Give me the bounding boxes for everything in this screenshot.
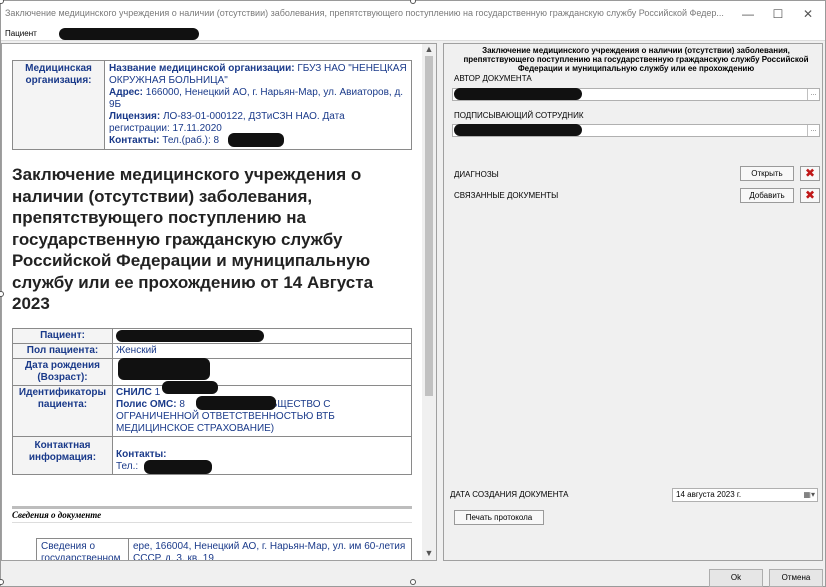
- section-underline: [12, 522, 412, 523]
- redacted-patient-name: [59, 28, 199, 40]
- delete-related-icon[interactable]: ✖: [800, 188, 820, 203]
- document-properties-panel: Заключение медицинского учреждения о нал…: [443, 43, 823, 561]
- info-value: ере, 166004, Ненецкий АО, г. Нарьян-Мар,…: [128, 538, 412, 560]
- redacted-phone: [144, 460, 212, 474]
- created-date-label: ДАТА СОЗДАНИЯ ДОКУМЕНТА: [450, 490, 569, 499]
- org-header: Медицинская организация:: [12, 60, 105, 150]
- window-title: Заключение медицинского учреждения о нал…: [5, 8, 724, 18]
- close-button[interactable]: ✕: [793, 1, 823, 27]
- redacted-org-phone: [228, 133, 284, 147]
- sex-row-value: Женский: [112, 343, 412, 359]
- org-table: Медицинская организация: Название медици…: [12, 60, 412, 150]
- created-date-value: 14 августа 2023 г.: [676, 490, 742, 499]
- section-title: Сведения о документе: [12, 510, 102, 520]
- document-info-table: Сведения о государственном ере, 166004, …: [36, 538, 412, 560]
- panel-title: Заключение медицинского учреждения о нал…: [463, 46, 809, 73]
- related-docs-label: СВЯЗАННЫЕ ДОКУМЕНТЫ: [454, 191, 559, 200]
- patient-row-label: Пациент:: [12, 328, 113, 344]
- signer-ellipsis-button[interactable]: ...: [807, 125, 819, 136]
- calendar-icon[interactable]: ▦▾: [803, 490, 815, 499]
- title-bar: Заключение медицинского учреждения о нал…: [1, 1, 825, 27]
- document-scrollbar[interactable]: ▲ ▼: [422, 44, 436, 560]
- open-button[interactable]: Открыть: [740, 166, 794, 181]
- created-date-picker[interactable]: 14 августа 2023 г. ▦▾: [672, 488, 818, 502]
- ids-row-label: Идентификаторы пациента:: [12, 385, 113, 437]
- scroll-thumb[interactable]: [425, 56, 433, 396]
- redacted-patient: [116, 330, 264, 342]
- dob-row-label: Дата рождения (Возраст):: [12, 358, 113, 386]
- sex-row-label: Пол пациента:: [12, 343, 113, 359]
- document-preview[interactable]: Медицинская организация: Название медици…: [1, 43, 437, 561]
- dialog-window: Заключение медицинского учреждения о нал…: [0, 0, 826, 587]
- ok-button[interactable]: Ok: [709, 569, 763, 587]
- signer-label: ПОДПИСЫВАЮЩИЙ СОТРУДНИК: [454, 111, 584, 120]
- author-label: АВТОР ДОКУМЕНТА: [454, 74, 532, 83]
- add-button[interactable]: Добавить: [740, 188, 794, 203]
- author-ellipsis-button[interactable]: ...: [807, 89, 819, 100]
- contact-row-label: Контактная информация:: [12, 436, 113, 475]
- scroll-up-icon[interactable]: ▲: [422, 44, 436, 56]
- redacted-dob: [118, 358, 210, 380]
- section-divider: [12, 506, 412, 509]
- document-title: Заключение медицинского учреждения о нал…: [12, 165, 374, 313]
- patient-bar: Пациент: [1, 27, 825, 41]
- maximize-button[interactable]: ☐: [763, 1, 793, 27]
- cancel-button[interactable]: Отмена: [769, 569, 823, 587]
- minimize-button[interactable]: —: [733, 1, 763, 27]
- redacted-snils: [162, 381, 218, 394]
- redacted-author: [454, 88, 582, 100]
- diagnoses-label: ДИАГНОЗЫ: [454, 170, 499, 179]
- delete-diagnosis-icon[interactable]: ✖: [800, 166, 820, 181]
- redacted-oms: [196, 396, 276, 410]
- print-protocol-button[interactable]: Печать протокола: [454, 510, 544, 525]
- patient-label: Пациент: [5, 29, 37, 38]
- resize-handle[interactable]: [410, 579, 416, 585]
- resize-handle[interactable]: [0, 579, 4, 585]
- redacted-signer: [454, 124, 582, 136]
- ids-row-value: СНИЛС 1 Полис ОМС: 8 (ОБЩЕСТВО С ОГРАНИЧ…: [112, 385, 412, 437]
- info-label: Сведения о государственном: [36, 538, 129, 560]
- scroll-down-icon[interactable]: ▼: [422, 548, 436, 560]
